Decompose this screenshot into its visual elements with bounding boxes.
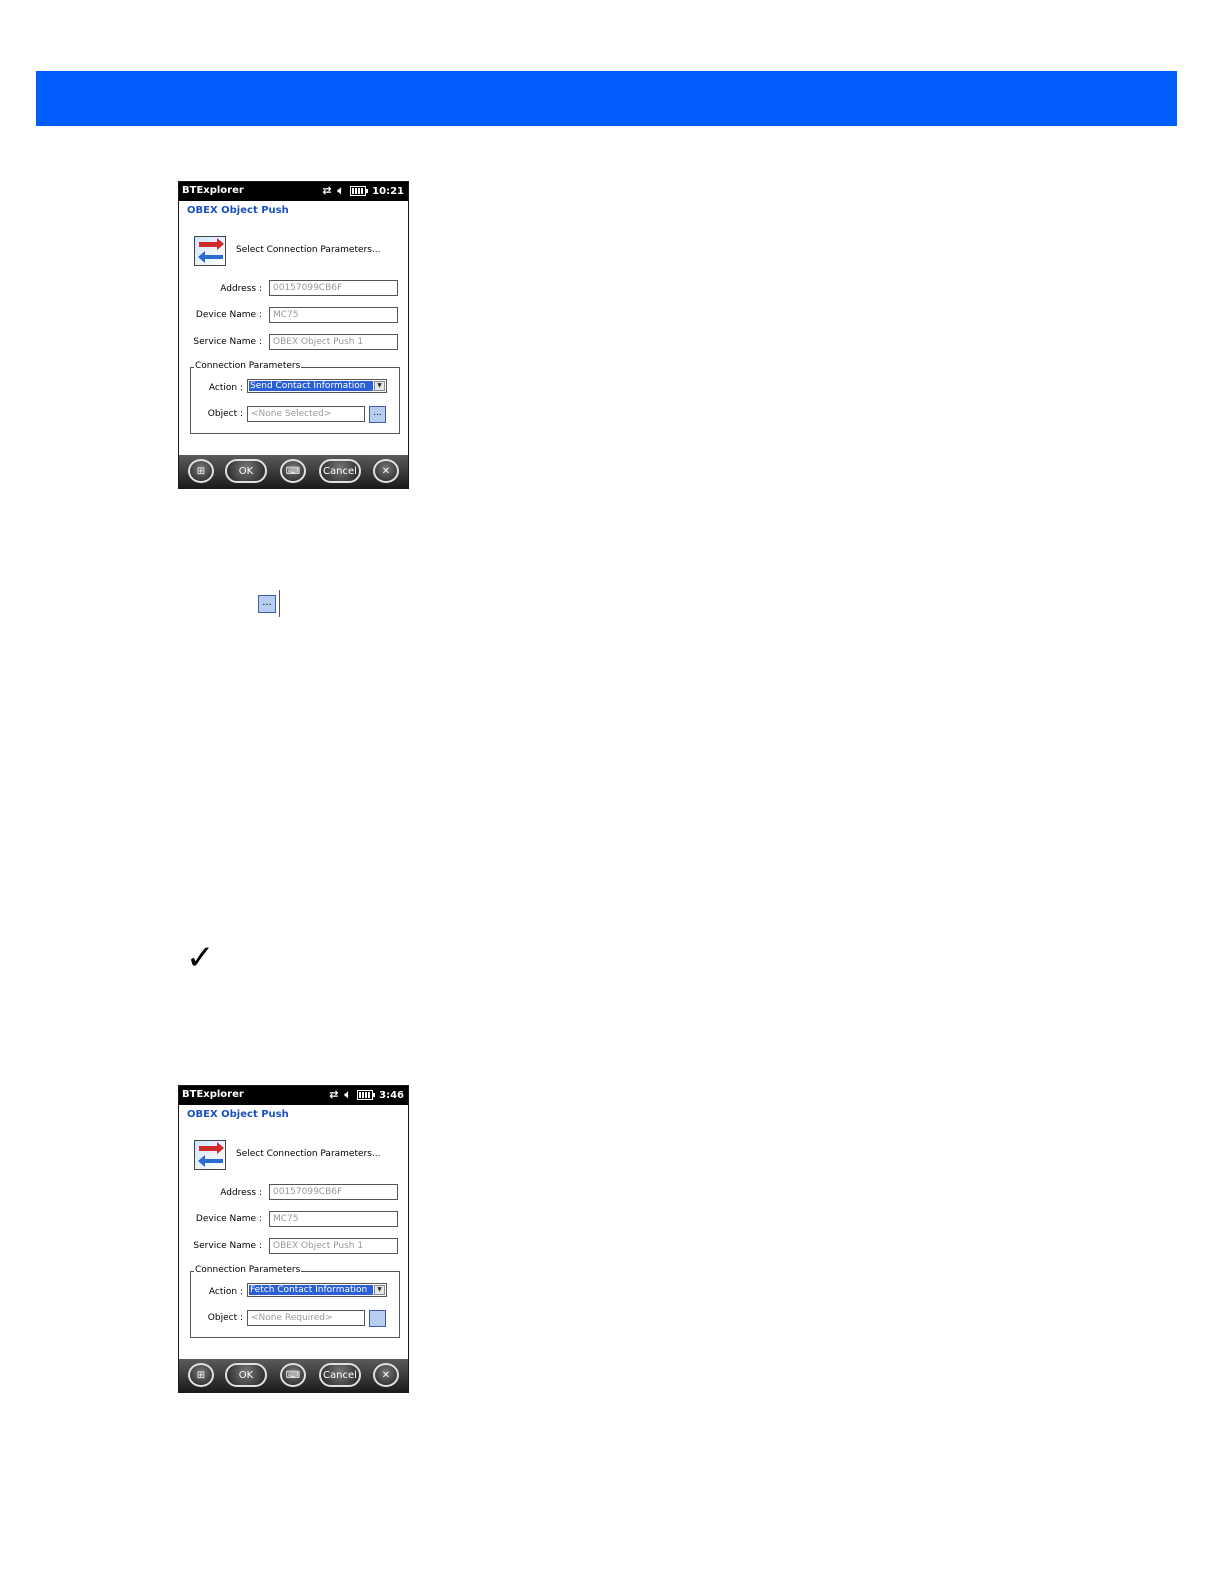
ok-button[interactable]: OK <box>225 1363 267 1387</box>
connection-parameters-group <box>190 367 400 434</box>
address-field[interactable]: 00157099CB6F <box>269 280 398 296</box>
keyboard-icon[interactable]: ⌨ <box>280 459 306 483</box>
device-name-label: Device Name : <box>195 310 262 320</box>
header-text: Select Connection Parameters... <box>236 1149 381 1159</box>
taskbar: ⊞ OK ⌨ Cancel ✕ <box>179 1359 408 1392</box>
group-title: Connection Parameters <box>194 1265 302 1275</box>
connection-parameters-group <box>190 1271 400 1338</box>
text-cursor <box>279 590 280 617</box>
connection-wizard-icon <box>194 236 226 266</box>
sync-icon: ⇄ <box>329 1088 339 1101</box>
header-banner <box>36 71 1177 126</box>
object-field[interactable]: <None Required> <box>247 1310 365 1326</box>
screen-subtitle: OBEX Object Push <box>187 205 289 216</box>
keyboard-icon[interactable]: ⌨ <box>280 1363 306 1387</box>
sync-icon: ⇄ <box>322 184 332 197</box>
windows-start-icon[interactable]: ⊞ <box>188 459 214 483</box>
cancel-button[interactable]: Cancel <box>319 459 361 483</box>
screen-subtitle: OBEX Object Push <box>187 1109 289 1120</box>
close-icon[interactable]: ✕ <box>373 1363 399 1387</box>
action-dropdown[interactable]: Fetch Contact Information ▼ <box>247 1283 387 1297</box>
status-bar: BTExplorer ⇄ 🔈︎ 3:46 <box>179 1086 408 1105</box>
service-name-field[interactable]: OBEX Object Push 1 <box>269 334 398 350</box>
speaker-icon: 🔈︎ <box>337 184 345 197</box>
object-field[interactable]: <None Selected> <box>247 406 365 422</box>
battery-icon <box>357 1090 376 1100</box>
chevron-down-icon[interactable]: ▼ <box>374 1285 385 1295</box>
ok-button[interactable]: OK <box>225 459 267 483</box>
cancel-button[interactable]: Cancel <box>319 1363 361 1387</box>
action-selected: Fetch Contact Information <box>249 1285 373 1295</box>
app-title: BTExplorer <box>182 1089 244 1100</box>
speaker-icon: 🔈︎ <box>344 1088 352 1101</box>
group-title: Connection Parameters <box>194 361 302 371</box>
device-name-field[interactable]: MC75 <box>269 307 398 323</box>
clock: 10:21 <box>372 185 404 197</box>
connection-wizard-icon <box>194 1140 226 1170</box>
inline-browse-icon: ... <box>258 595 276 613</box>
clock: 3:46 <box>379 1089 404 1101</box>
service-name-field[interactable]: OBEX Object Push 1 <box>269 1238 398 1254</box>
service-name-label: Service Name : <box>193 337 262 347</box>
address-label: Address : <box>220 1188 262 1198</box>
device-name-label: Device Name : <box>195 1214 262 1224</box>
app-title: BTExplorer <box>182 185 244 196</box>
object-label: Object : <box>207 409 243 419</box>
action-dropdown[interactable]: Send Contact Information ▼ <box>247 379 387 393</box>
device-name-field[interactable]: MC75 <box>269 1211 398 1227</box>
address-field[interactable]: 00157099CB6F <box>269 1184 398 1200</box>
status-bar: BTExplorer ⇄ 🔈︎ 10:21 <box>179 182 408 201</box>
taskbar: ⊞ OK ⌨ Cancel ✕ <box>179 455 408 488</box>
action-label: Action : <box>208 383 243 393</box>
battery-icon <box>350 186 369 196</box>
service-name-label: Service Name : <box>193 1241 262 1251</box>
action-label: Action : <box>208 1287 243 1297</box>
chevron-down-icon[interactable]: ▼ <box>374 381 385 391</box>
browse-button[interactable] <box>369 1310 386 1327</box>
browse-button[interactable]: ... <box>369 406 386 423</box>
close-icon[interactable]: ✕ <box>373 459 399 483</box>
device-screenshot-1: BTExplorer ⇄ 🔈︎ 10:21 OBEX Object Push S… <box>178 181 409 489</box>
checkmark-icon: ✓ <box>186 938 215 978</box>
windows-start-icon[interactable]: ⊞ <box>188 1363 214 1387</box>
object-label: Object : <box>207 1313 243 1323</box>
device-screenshot-2: BTExplorer ⇄ 🔈︎ 3:46 OBEX Object Push Se… <box>178 1085 409 1393</box>
header-text: Select Connection Parameters... <box>236 245 381 255</box>
action-selected: Send Contact Information <box>249 381 373 391</box>
address-label: Address : <box>220 284 262 294</box>
